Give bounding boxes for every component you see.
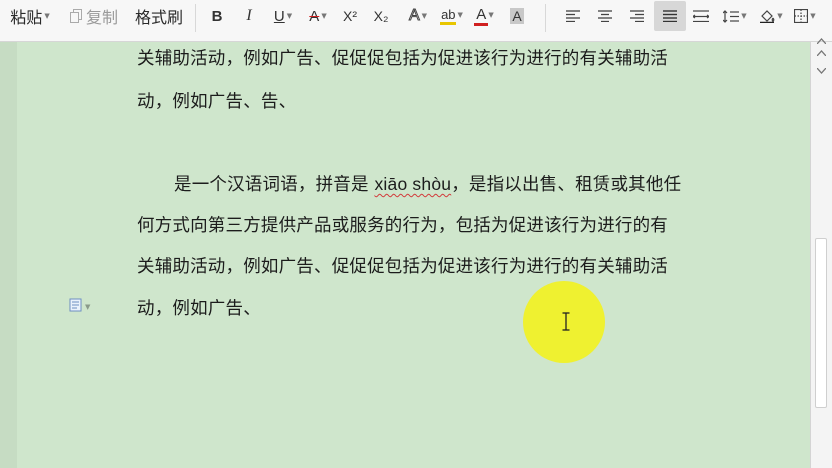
- borders-button[interactable]: ▼: [790, 0, 820, 32]
- highlight-color-bar: [440, 22, 456, 25]
- justify-icon: [663, 10, 677, 22]
- chevron-down-icon: ▼: [44, 12, 50, 20]
- format-painter-label: 格式刷: [134, 8, 183, 27]
- toolbar-divider: [545, 4, 546, 32]
- italic-button[interactable]: I: [238, 0, 260, 32]
- paste-button[interactable]: 粘贴 ▼: [6, 0, 54, 32]
- chevron-down-icon: ▼: [741, 12, 747, 20]
- chevron-down-icon: ▼: [777, 12, 783, 20]
- paragraph-layout-button[interactable]: ▼: [69, 297, 90, 316]
- align-right-button[interactable]: [626, 0, 648, 32]
- character-shading-icon: A: [510, 8, 524, 24]
- borders-icon: [794, 9, 809, 23]
- paragraph-line[interactable]: 动，例如广告、告、: [137, 88, 697, 113]
- ibeam-cursor-icon: [561, 312, 571, 335]
- left-gutter: [0, 42, 18, 468]
- scrollbar-thumb[interactable]: [815, 238, 827, 408]
- highlight-button[interactable]: ab ▼: [437, 0, 467, 32]
- bold-button[interactable]: B: [206, 0, 228, 32]
- underline-icon: U: [273, 7, 285, 25]
- toolbar-divider: [195, 4, 196, 32]
- align-right-icon: [630, 10, 644, 22]
- vertical-scrollbar[interactable]: [810, 38, 832, 468]
- line-spacing-button[interactable]: ▼: [720, 0, 750, 32]
- copy-icon: [69, 9, 83, 23]
- text-run: ，是指以出售、租赁或其他任: [451, 175, 682, 195]
- superscript-icon: X²: [343, 8, 357, 24]
- text-effect-button[interactable]: A ▼: [403, 0, 433, 32]
- chevron-down-icon: ▼: [810, 12, 816, 20]
- subscript-button[interactable]: X₂: [369, 0, 393, 32]
- paragraph-line[interactable]: 关辅助活动，例如广告、促促促包括为促进该行为进行的有关辅助活: [137, 45, 697, 70]
- pinyin-text-spellcheck[interactable]: xiāo shòu: [374, 174, 451, 194]
- copy-button[interactable]: 复制: [64, 0, 124, 32]
- strikethrough-button[interactable]: A ▼: [303, 0, 333, 32]
- font-color-button[interactable]: A ▼: [470, 0, 500, 32]
- paragraph-layout-icon: [69, 297, 83, 316]
- paragraph-line[interactable]: 动，例如广告、: [137, 295, 697, 320]
- align-center-icon: [598, 10, 612, 22]
- align-left-button[interactable]: [562, 0, 584, 32]
- chevron-down-icon: ▼: [321, 12, 327, 20]
- align-left-icon: [566, 10, 580, 22]
- italic-icon: I: [246, 7, 252, 24]
- format-painter-button[interactable]: 格式刷: [130, 0, 188, 32]
- paragraph-line[interactable]: 何方式向第三方提供产品或服务的行为，包括为促进该行为进行的有: [137, 212, 697, 237]
- underline-button[interactable]: U ▼: [268, 0, 298, 32]
- scroll-down-button[interactable]: [814, 64, 829, 78]
- chevron-down-icon: ▼: [488, 10, 494, 19]
- justify-button[interactable]: [654, 1, 686, 31]
- chevron-down-icon: ▼: [457, 10, 463, 19]
- strikethrough-icon: A: [309, 7, 320, 25]
- copy-label: 复制: [85, 8, 118, 27]
- bold-icon: B: [211, 7, 223, 25]
- text-effect-icon: A: [408, 7, 420, 25]
- paragraph-line[interactable]: 关辅助活动，例如广告、促促促包括为促进该行为进行的有关辅助活: [137, 253, 697, 278]
- chevron-down-icon: ▼: [286, 12, 293, 20]
- distributed-align-button[interactable]: [690, 0, 712, 32]
- text-run: 是一个汉语词语，拼音是: [174, 175, 375, 195]
- font-color-icon: A: [476, 6, 487, 23]
- chevron-down-icon: ▼: [421, 12, 428, 20]
- highlight-icon: ab: [441, 7, 456, 22]
- align-center-button[interactable]: [594, 0, 616, 32]
- font-color-bar: [474, 23, 488, 26]
- superscript-button[interactable]: X²: [338, 0, 362, 32]
- paste-label: 粘贴: [10, 8, 43, 27]
- distributed-align-icon: [693, 10, 709, 22]
- shading-button[interactable]: ▼: [756, 0, 786, 32]
- chevron-down-icon: ▼: [85, 302, 91, 311]
- character-shading-button[interactable]: A: [506, 0, 528, 32]
- paint-bucket-icon: [759, 9, 775, 23]
- line-spacing-icon: [723, 9, 740, 23]
- paragraph-line[interactable]: 是一个汉语词语，拼音是 xiāo shòu，是指以出售、租赁或其他任: [174, 171, 734, 196]
- ribbon-toolbar: 粘贴 ▼ 复制 格式刷 B I U ▼ A ▼ X² X₂ A ▼ ab ▼ A…: [0, 0, 832, 42]
- subscript-icon: X₂: [373, 8, 389, 24]
- scroll-up-button[interactable]: [814, 46, 829, 60]
